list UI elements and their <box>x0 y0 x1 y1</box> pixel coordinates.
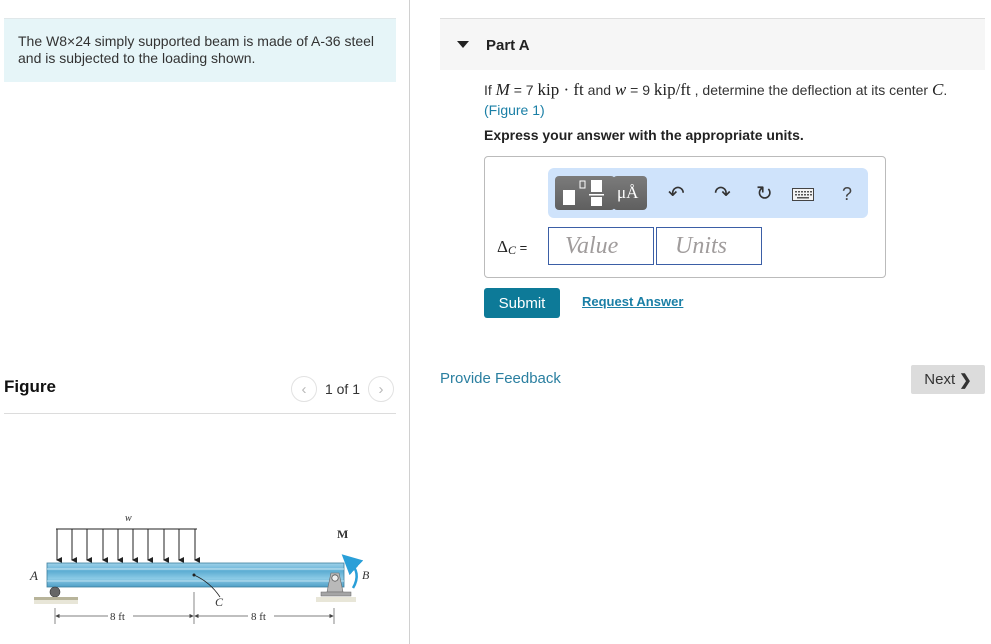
chevron-left-icon: ‹ <box>301 380 307 398</box>
right-pane: Part A If M = 7 kip · ft and w = 9 kip/f… <box>440 0 985 644</box>
next-button[interactable]: Next ❯ <box>911 365 985 394</box>
figure-pager: ‹ 1 of 1 › <box>290 376 394 402</box>
dimension-lines <box>54 592 335 624</box>
m-value: = 7 <box>509 82 538 98</box>
distributed-load-arrows <box>56 528 200 563</box>
previous-figure-button[interactable]: ‹ <box>290 376 317 402</box>
support-label-a: A <box>29 568 38 583</box>
figure-link[interactable]: (Figure 1) <box>484 102 545 118</box>
answer-box: μÅ ↶ ↷ ↻ ? ΔC = <box>484 156 886 278</box>
question-text: If M = 7 kip · ft and w = 9 kip/ft , det… <box>484 80 984 120</box>
symbol-c: C <box>931 80 944 99</box>
m-unit: kip · ft <box>537 80 584 99</box>
request-answer-link[interactable]: Request Answer <box>582 294 683 309</box>
chevron-right-icon: ❯ <box>959 371 972 389</box>
span-label-left: 8 ft <box>110 611 125 623</box>
symbol-w: w <box>614 80 627 99</box>
chevron-right-icon: › <box>378 380 384 398</box>
units-icon: μÅ <box>617 183 639 202</box>
load-label-w: w <box>125 513 132 524</box>
problem-statement-box: The W8×24 simply supported beam is made … <box>4 18 396 82</box>
equals-sign: = <box>515 240 528 255</box>
support-label-b: B <box>362 568 370 582</box>
moment-arrow <box>341 554 364 589</box>
part-title: Part A <box>486 37 530 54</box>
value-input[interactable] <box>548 227 654 265</box>
templates-button[interactable] <box>555 176 615 210</box>
beam-figure: w A M B C 8 ft 8 ft <box>20 500 390 644</box>
question-suffix: , determine the deflection at its center <box>690 82 932 98</box>
figure-page-count: 1 of 1 <box>324 381 360 397</box>
keyboard-icon[interactable] <box>792 185 814 205</box>
fraction-templates-icon <box>563 180 604 206</box>
question-prefix: If <box>484 82 496 98</box>
moment-label-m: M <box>337 527 348 541</box>
units-button[interactable]: μÅ <box>613 176 647 210</box>
undo-icon[interactable]: ↶ <box>668 184 685 204</box>
point-label-c: C <box>215 595 224 609</box>
math-toolbar: μÅ ↶ ↷ ↻ ? <box>548 168 868 218</box>
symbol-m: M <box>495 80 510 99</box>
span-label-right: 8 ft <box>251 611 266 623</box>
next-figure-button[interactable]: › <box>368 376 394 402</box>
problem-statement: The W8×24 simply supported beam is made … <box>18 33 375 66</box>
caret-down-icon[interactable] <box>457 41 469 48</box>
redo-icon[interactable]: ↷ <box>714 184 731 204</box>
figure-title: Figure <box>4 377 56 396</box>
w-unit: kip/ft <box>653 80 691 99</box>
figure-header: Figure ‹ 1 of 1 › <box>4 374 396 414</box>
answer-instruction: Express your answer with the appropriate… <box>484 127 804 143</box>
part-a-header[interactable]: Part A <box>440 18 985 70</box>
w-value: = 9 <box>626 82 654 98</box>
period: . <box>943 82 948 98</box>
next-label: Next <box>924 371 956 388</box>
roller-support <box>34 586 78 604</box>
answer-label: ΔC = <box>497 237 527 258</box>
reset-icon[interactable]: ↻ <box>756 184 773 204</box>
delta-symbol: Δ <box>497 237 508 256</box>
and-text: and <box>583 82 615 98</box>
submit-button[interactable]: Submit <box>484 288 560 318</box>
provide-feedback-link[interactable]: Provide Feedback <box>440 370 561 387</box>
beam-diagram: w A M B C 8 ft 8 ft <box>29 513 370 624</box>
delta-subscript: C <box>507 243 516 257</box>
left-pane: The W8×24 simply supported beam is made … <box>0 0 410 644</box>
help-button[interactable]: ? <box>842 184 852 204</box>
units-input[interactable] <box>656 227 762 265</box>
